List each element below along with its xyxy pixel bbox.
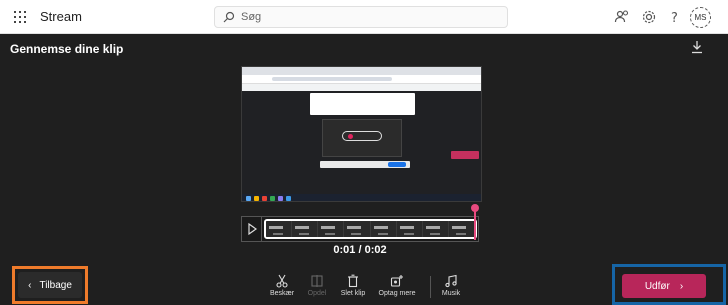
scissors-icon xyxy=(276,274,288,288)
preview-taskbar xyxy=(242,194,481,201)
music-label: Musik xyxy=(441,290,461,297)
record-more-icon xyxy=(390,275,403,287)
clip-frame xyxy=(422,221,449,237)
clip-frame xyxy=(370,221,397,237)
done-label: Udfør xyxy=(644,280,670,292)
done-button[interactable]: Udfør › xyxy=(622,274,706,298)
preview-bookmarks-bar xyxy=(242,84,481,91)
preview-address-bar xyxy=(242,75,481,84)
avatar[interactable]: MS xyxy=(690,7,711,28)
clip-frame xyxy=(396,221,423,237)
search-icon xyxy=(223,11,235,23)
search-placeholder: Søg xyxy=(241,11,262,23)
preview-page xyxy=(242,91,481,201)
preview-toast xyxy=(320,161,410,168)
app-launcher-icon[interactable] xyxy=(14,11,26,23)
clip-frame xyxy=(266,221,293,237)
preview-inner-window xyxy=(310,93,415,115)
split-icon xyxy=(311,275,323,287)
preview-record-dot xyxy=(348,134,353,139)
chevron-left-icon: ‹ xyxy=(28,279,32,291)
preview-accent-button xyxy=(451,151,479,159)
preview-browser-tabs xyxy=(242,67,481,75)
page-title: Gennemse dine klip xyxy=(10,42,124,56)
clip-frame xyxy=(344,221,371,237)
trash-icon xyxy=(348,274,358,288)
clip-frame xyxy=(448,221,475,237)
play-button[interactable] xyxy=(242,217,262,241)
time-display: 0:01 / 0:02 xyxy=(333,244,387,256)
playhead[interactable] xyxy=(474,206,476,240)
record-more-label: Optag mere xyxy=(378,290,416,297)
top-bar: Stream Søg ? MS xyxy=(0,0,728,34)
gear-icon[interactable] xyxy=(640,8,658,26)
people-icon[interactable] xyxy=(613,8,631,26)
clip-frame xyxy=(292,221,319,237)
app-name[interactable]: Stream xyxy=(40,9,82,24)
clip-timeline[interactable] xyxy=(241,216,479,242)
delete-clip-label: Slet klip xyxy=(340,290,366,297)
video-preview[interactable] xyxy=(241,66,482,202)
record-more-button[interactable]: Optag mere xyxy=(370,274,424,297)
clip-frames[interactable] xyxy=(264,219,477,239)
search-box[interactable]: Søg xyxy=(214,6,508,28)
play-icon xyxy=(248,222,258,236)
help-icon[interactable]: ? xyxy=(666,8,684,26)
music-button[interactable]: Musik xyxy=(424,274,478,297)
download-icon[interactable] xyxy=(690,40,704,54)
music-icon xyxy=(445,274,457,288)
split-label: Opdel xyxy=(307,290,327,297)
clip-frame xyxy=(318,221,345,237)
back-label: Tilbage xyxy=(39,279,72,291)
back-button[interactable]: ‹ Tilbage xyxy=(18,272,82,298)
chevron-right-icon: › xyxy=(679,280,684,292)
svg-text:?: ? xyxy=(671,11,678,26)
